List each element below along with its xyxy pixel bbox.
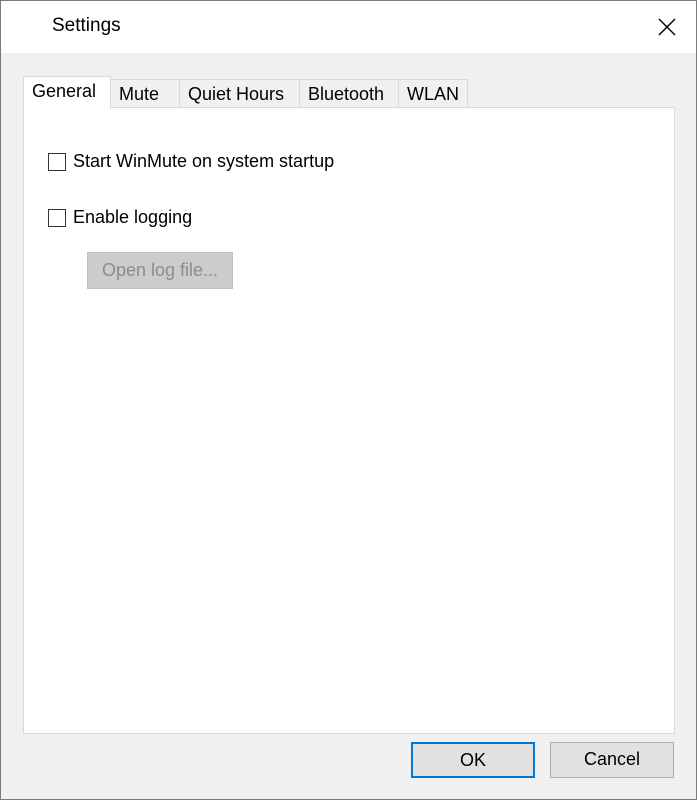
tab-quiet-hours[interactable]: Quiet Hours (179, 79, 300, 107)
dialog-title: Settings (52, 15, 121, 36)
open-log-file-button[interactable]: Open log file... (87, 252, 233, 289)
close-icon (658, 18, 676, 36)
tab-bluetooth[interactable]: Bluetooth (299, 79, 399, 107)
cancel-button[interactable]: Cancel (550, 742, 674, 778)
ok-button[interactable]: OK (411, 742, 535, 778)
enable-logging-option[interactable]: Enable logging (48, 207, 192, 228)
tab-general[interactable]: General (23, 76, 111, 109)
close-button[interactable] (638, 1, 696, 53)
start-on-startup-label[interactable]: Start WinMute on system startup (73, 151, 334, 172)
start-on-startup-checkbox[interactable] (48, 152, 66, 171)
tab-mute[interactable]: Mute (110, 79, 180, 107)
general-tab-panel: Start WinMute on system startup Enable l… (23, 107, 675, 734)
enable-logging-label[interactable]: Enable logging (73, 207, 192, 228)
start-on-startup-option[interactable]: Start WinMute on system startup (48, 151, 334, 172)
title-bar: Settings (1, 1, 696, 53)
enable-logging-checkbox[interactable] (48, 208, 66, 227)
tab-wlan[interactable]: WLAN (398, 79, 468, 107)
settings-dialog: Settings General Mute Quiet Hours Blueto… (0, 0, 697, 800)
